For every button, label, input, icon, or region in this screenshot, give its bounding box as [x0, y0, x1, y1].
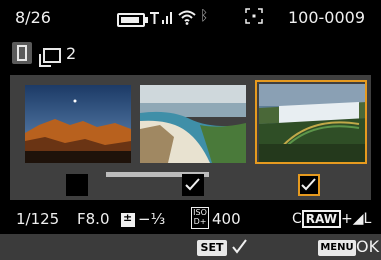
thumbnail-1-checkbox[interactable]: [66, 174, 88, 196]
raw-badge: RAW: [301, 210, 342, 228]
check-icon: [301, 178, 316, 191]
aperture: F8.0: [77, 210, 110, 228]
exposure-compensation-icon: ±: [121, 211, 135, 227]
check-icon: [185, 178, 200, 191]
selected-images-icon: [39, 48, 61, 67]
selected-count: 2: [66, 44, 77, 63]
af-point-icon: [245, 8, 263, 24]
exposure-compensation: −⅓: [138, 210, 166, 228]
quality-prefix: C: [292, 211, 302, 227]
battery-icon: [117, 13, 148, 27]
shutter-speed: 1/125: [16, 210, 60, 228]
set-button-label[interactable]: SET: [197, 240, 227, 256]
camera-card-icon: [12, 42, 32, 64]
battery-fill: [121, 17, 139, 23]
file-number: 100-0009: [287, 8, 365, 27]
menu-button-label[interactable]: MENU: [318, 240, 356, 256]
ok-label: OK: [356, 237, 380, 256]
iso-value: 400: [212, 210, 241, 228]
signal-icon: [150, 12, 172, 24]
image-quality: C RAW +◢L: [292, 210, 371, 228]
selection-frame: [255, 80, 367, 164]
wifi-icon: [178, 10, 196, 25]
thumbnail-3-checkbox[interactable]: [298, 174, 320, 196]
bluetooth-icon: ᛒ: [200, 8, 209, 24]
image-index: 8/26: [15, 8, 51, 27]
quality-suffix: +◢L: [341, 211, 372, 227]
iso-icon: ISO D+: [191, 207, 209, 229]
thumbnail-coast-beach[interactable]: [140, 85, 246, 163]
thumbnail-2-checkbox[interactable]: [182, 174, 204, 196]
thumbnail-mountain-sunset[interactable]: [25, 85, 131, 163]
check-icon: [232, 239, 247, 254]
